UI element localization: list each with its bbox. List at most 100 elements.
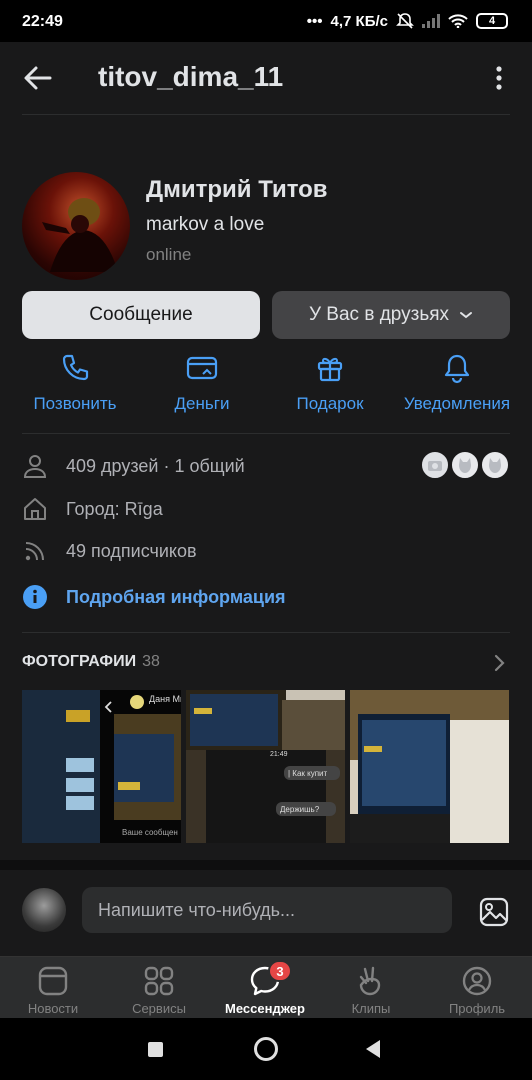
divider: [22, 433, 510, 434]
chevron-right-icon[interactable]: [492, 653, 506, 673]
profile-status: markov a love: [146, 214, 265, 235]
friends-button-label: У Вас в друзьях: [308, 304, 450, 325]
details-link[interactable]: Подробная информация: [22, 582, 286, 612]
rss-icon: [25, 542, 44, 561]
back-arrow-icon[interactable]: [22, 62, 54, 94]
money-card-icon: [186, 356, 218, 380]
photos-title: ФОТОГРАФИИ: [22, 653, 137, 670]
tab-news[interactable]: Новости: [0, 965, 106, 1016]
call-label: Позвонить: [33, 394, 117, 413]
bottom-tab-bar: Новости Сервисы 3 Мессенджер Клипы Профи…: [0, 956, 532, 1018]
user-avatar[interactable]: [22, 888, 66, 932]
user-icon: [23, 455, 47, 478]
tab-clips[interactable]: Клипы: [318, 965, 424, 1016]
call-action[interactable]: Позвонить: [10, 352, 140, 414]
message-button-label: Сообщение: [89, 304, 193, 325]
dog-avatar: [450, 450, 480, 480]
comment-placeholder: Напишите что-нибудь...: [98, 899, 295, 920]
photo-bubble-2: Держишь?: [280, 805, 320, 814]
photos-count: 38: [142, 653, 160, 670]
photo-thumbnail[interactable]: [350, 690, 509, 843]
photo-bubble-1: | Как купит: [288, 769, 328, 778]
network-speed: 4,7 КБ/с: [330, 12, 388, 30]
bell-icon: [444, 354, 470, 384]
followers-count: 49 подписчиков: [66, 540, 197, 561]
recent-apps-button[interactable]: [148, 1042, 163, 1057]
profile-name: Дмитрий Титов: [146, 176, 328, 203]
more-vertical-icon[interactable]: [490, 64, 508, 92]
profile-screen: titov_dima_11 Дмитрий Титов markov a lov…: [0, 42, 532, 1018]
avatar-image: [42, 198, 118, 272]
services-icon: [144, 966, 174, 996]
messenger-badge: 3: [268, 960, 292, 982]
action-row: Позвонить Деньги Подарок Уведомления: [0, 352, 532, 432]
tab-messenger[interactable]: 3 Мессенджер: [212, 960, 318, 1016]
status-icons: ••• 4,7 КБ/с 4: [307, 12, 508, 30]
photos-header[interactable]: ФОТОГРАФИИ 38: [22, 653, 160, 671]
friends-dropdown-button[interactable]: У Вас в друзьях: [272, 291, 510, 339]
dog-avatar: [480, 450, 510, 480]
info-icon: [23, 585, 47, 609]
comment-bar: Напишите что-нибудь...: [0, 870, 532, 950]
photo-image: | Как купит Держишь? 21:49: [186, 690, 345, 843]
photo-thumbnail[interactable]: Даня Мы Ваше сообщен: [22, 690, 181, 843]
tab-messenger-label: Мессенджер: [225, 1001, 305, 1016]
more-dots-icon: •••: [306, 12, 323, 30]
city-text: Город: Rīga: [66, 498, 163, 519]
tab-services[interactable]: Сервисы: [106, 965, 212, 1016]
news-icon: [38, 966, 68, 996]
comment-input[interactable]: Напишите что-нибудь...: [82, 887, 452, 933]
camera-avatar: [420, 450, 450, 480]
photo-image: Даня Мы Ваше сообщен: [22, 690, 181, 843]
dog-icon: [459, 458, 471, 473]
image-attach-icon[interactable]: [478, 896, 510, 928]
top-bar: titov_dima_11: [0, 42, 532, 156]
money-label: Деньги: [174, 394, 230, 413]
tab-profile-label: Профиль: [448, 1001, 506, 1016]
gift-action[interactable]: Подарок: [265, 352, 395, 414]
photo-thumbnail[interactable]: | Как купит Держишь? 21:49: [186, 690, 345, 843]
status-bar: 22:49 ••• 4,7 КБ/с 4: [0, 0, 532, 42]
photo-input-hint: Ваше сообщен: [122, 828, 178, 837]
tab-services-label: Сервисы: [132, 1001, 186, 1016]
chevron-down-icon: [460, 312, 473, 319]
notifications-action[interactable]: Уведомления: [392, 352, 522, 414]
tab-news-label: Новости: [27, 1001, 79, 1016]
tab-profile[interactable]: Профиль: [424, 965, 530, 1016]
system-nav-bar: [0, 1018, 532, 1080]
signal-icon: [422, 14, 440, 28]
friends-count: 409 друзей · 1 общий: [66, 455, 245, 476]
phone-icon: [62, 354, 89, 381]
home-button[interactable]: [254, 1037, 278, 1061]
mute-icon: [396, 13, 414, 29]
divider: [22, 114, 510, 115]
profile-icon: [462, 966, 492, 996]
gift-label: Подарок: [296, 394, 364, 413]
photo-image: [350, 690, 509, 843]
profile-avatar[interactable]: [22, 172, 130, 280]
status-time: 22:49: [22, 13, 63, 30]
notifications-label: Уведомления: [403, 394, 511, 413]
mutual-friends-avatars[interactable]: [420, 450, 512, 480]
battery-icon: 4: [476, 13, 508, 29]
money-action[interactable]: Деньги: [137, 352, 267, 414]
clips-icon: [359, 966, 381, 996]
home-icon: [24, 498, 46, 520]
dog-icon: [489, 458, 501, 473]
details-label: Подробная информация: [66, 586, 286, 607]
camera-icon: [428, 461, 442, 471]
gift-icon: [317, 357, 343, 382]
city-info: Город: Rīga: [22, 494, 163, 524]
online-status: online: [146, 245, 192, 264]
system-back-button[interactable]: [366, 1040, 380, 1058]
message-button[interactable]: Сообщение: [22, 291, 260, 339]
tab-clips-label: Клипы: [351, 1001, 391, 1016]
friends-info[interactable]: 409 друзей · 1 общий: [22, 451, 245, 481]
wifi-icon: [448, 14, 468, 28]
followers-info[interactable]: 49 подписчиков: [22, 536, 197, 566]
page-title: titov_dima_11: [98, 61, 284, 92]
divider: [22, 632, 510, 633]
section-gap: [0, 860, 532, 870]
photo-time: 21:49: [270, 751, 288, 758]
photo-chat-name: Даня Мы: [149, 694, 181, 704]
